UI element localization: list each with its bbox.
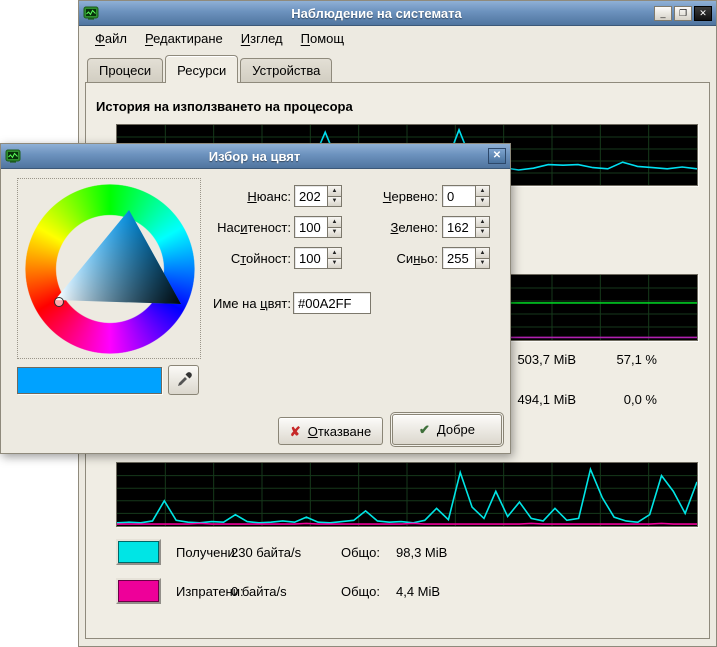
green-spinner: 162 ▲ ▼	[442, 216, 490, 238]
menu-file[interactable]: Файл	[87, 28, 135, 49]
blue-input[interactable]: 255	[442, 247, 475, 269]
dialog-body: Нюанс: 202 ▲ ▼ Червено: 0 ▲ ▼ Наситеност…	[1, 169, 510, 455]
color-name-row: Име на цвят: #00A2FF	[1, 292, 510, 314]
hsv-triangle[interactable]	[25, 184, 195, 354]
menu-edit[interactable]: Редактиране	[137, 28, 231, 49]
blue-label: Синьо:	[329, 251, 438, 266]
swap-percent: 0,0 %	[589, 392, 657, 407]
dialog-icon	[5, 148, 21, 164]
eyedropper-icon	[176, 372, 192, 388]
swap-amount: 494,1 MiB	[504, 392, 576, 407]
cpu-section-title: История на използването на процесора	[96, 99, 353, 114]
hue-input[interactable]: 202	[294, 185, 327, 207]
sent-total-label: Общо:	[341, 584, 380, 599]
eyedropper-button[interactable]	[168, 365, 199, 395]
red-label: Червено:	[329, 189, 438, 204]
field-row-2: Наситеност: 100 ▲ ▼ Зелено: 162 ▲ ▼	[1, 216, 510, 238]
window-controls: _ ❐ ✕	[654, 6, 712, 21]
sent-color-swatch[interactable]	[116, 578, 161, 604]
maximize-icon[interactable]: ❐	[674, 6, 692, 21]
color-picker-dialog: Избор на цвят ✕	[0, 143, 511, 454]
saturation-input[interactable]: 100	[294, 216, 327, 238]
menu-view[interactable]: Изглед	[233, 28, 291, 49]
sent-legend-row: Изпратени: 0 байта/s Общо: 4,4 MiB	[86, 578, 709, 605]
color-name-input[interactable]: #00A2FF	[293, 292, 371, 314]
memory-percent: 57,1 %	[589, 352, 657, 367]
dialog-close-icon[interactable]: ✕	[488, 148, 506, 164]
color-preview	[17, 367, 162, 394]
network-history-chart	[116, 462, 698, 527]
received-label: Получени:	[176, 545, 238, 560]
red-spin-down-icon[interactable]: ▼	[475, 196, 490, 208]
blue-spinner: 255 ▲ ▼	[442, 247, 490, 269]
field-row-1: Нюанс: 202 ▲ ▼ Червено: 0 ▲ ▼	[1, 185, 510, 207]
main-titlebar[interactable]: Наблюдение на системата _ ❐ ✕	[79, 1, 716, 26]
received-legend-row: Получени: 230 байта/s Общо: 98,3 MiB	[86, 539, 709, 566]
hue-label: Нюанс:	[151, 189, 291, 204]
ok-button[interactable]: ✔ Добре	[392, 414, 502, 445]
main-window-title: Наблюдение на системата	[103, 6, 650, 21]
ok-button-label: Добре	[437, 422, 475, 437]
sent-rate: 0 байта/s	[231, 584, 287, 599]
value-input[interactable]: 100	[294, 247, 327, 269]
green-spin-down-icon[interactable]: ▼	[475, 227, 490, 239]
tab-bar: Процеси Ресурси Устройства	[85, 54, 710, 82]
app-icon	[83, 5, 99, 21]
red-spinner: 0 ▲ ▼	[442, 185, 490, 207]
received-rate: 230 байта/s	[231, 545, 301, 560]
blue-spin-down-icon[interactable]: ▼	[475, 258, 490, 270]
color-name-label: Име на цвят:	[151, 296, 291, 311]
tab-resources[interactable]: Ресурси	[165, 55, 238, 83]
red-input[interactable]: 0	[442, 185, 475, 207]
received-color-swatch[interactable]	[116, 539, 161, 565]
cancel-icon: ✘	[290, 425, 301, 438]
tab-devices[interactable]: Устройства	[240, 58, 332, 82]
saturation-label: Наситеност:	[151, 220, 291, 235]
memory-amount: 503,7 MiB	[504, 352, 576, 367]
cancel-button-label: Отказване	[308, 424, 372, 439]
dialog-title: Избор на цвят	[25, 149, 484, 164]
green-input[interactable]: 162	[442, 216, 475, 238]
menubar: Файл Редактиране Изглед Помощ	[79, 26, 716, 50]
cancel-button[interactable]: ✘ Отказване	[278, 417, 383, 445]
tab-processes[interactable]: Процеси	[87, 58, 163, 82]
sent-total: 4,4 MiB	[396, 584, 440, 599]
menu-help[interactable]: Помощ	[293, 28, 352, 49]
close-icon[interactable]: ✕	[694, 6, 712, 21]
field-row-3: Стойност: 100 ▲ ▼ Синьо: 255 ▲ ▼	[1, 247, 510, 269]
dialog-titlebar[interactable]: Избор на цвят ✕	[1, 144, 510, 169]
received-total-label: Общо:	[341, 545, 380, 560]
minimize-icon[interactable]: _	[654, 6, 672, 21]
value-label: Стойност:	[151, 251, 291, 266]
green-label: Зелено:	[329, 220, 438, 235]
received-total: 98,3 MiB	[396, 545, 447, 560]
ok-icon: ✔	[419, 423, 430, 436]
